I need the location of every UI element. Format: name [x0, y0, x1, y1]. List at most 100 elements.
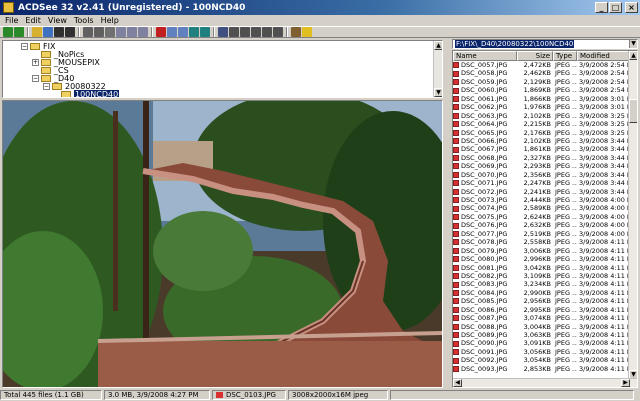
- rename-icon[interactable]: [167, 27, 177, 37]
- menu-edit[interactable]: Edit: [23, 15, 46, 26]
- column-modified[interactable]: Modified: [577, 51, 630, 61]
- paste-icon[interactable]: [138, 27, 148, 37]
- file-row[interactable]: DSC_0079.JPG 3,006KB JPEG ... 3/9/2008 4:11…: [453, 247, 630, 255]
- file-row[interactable]: DSC_0062.JPG 1,976KB JPEG ... 3/9/2008 3:01…: [453, 103, 630, 111]
- file-row[interactable]: DSC_0067.JPG 1,861KB JPEG ... 3/9/2008 3:44…: [453, 145, 630, 153]
- file-row[interactable]: DSC_0083.JPG 3,234KB JPEG ... 3/9/2008 4:11…: [453, 280, 630, 288]
- tree-expander[interactable]: −: [21, 43, 28, 50]
- file-size: 3,042KB: [523, 263, 551, 272]
- column-type[interactable]: Type: [553, 51, 577, 61]
- file-row[interactable]: DSC_0058.JPG 2,462KB JPEG ... 3/9/2008 2:54…: [453, 69, 630, 77]
- file-row[interactable]: DSC_0069.JPG 2,293KB JPEG ... 3/9/2008 3:44…: [453, 162, 630, 170]
- file-row[interactable]: DSC_0086.JPG 2,995KB JPEG ... 3/9/2008 4:11…: [453, 306, 630, 314]
- menu-help[interactable]: Help: [99, 15, 124, 26]
- file-row[interactable]: DSC_0065.JPG 2,176KB JPEG ... 3/9/2008 3:25…: [453, 129, 630, 137]
- file-row[interactable]: DSC_0077.JPG 2,519KB JPEG ... 3/9/2008 4:00…: [453, 230, 630, 238]
- copy-icon[interactable]: [116, 27, 126, 37]
- file-row[interactable]: DSC_0085.JPG 2,956KB JPEG ... 3/9/2008 4:11…: [453, 297, 630, 305]
- file-row[interactable]: DSC_0081.JPG 3,042KB JPEG ... 3/9/2008 4:11…: [453, 264, 630, 272]
- file-row[interactable]: DSC_0093.JPG 2,853KB JPEG ... 3/9/2008 4:11…: [453, 365, 630, 373]
- file-row[interactable]: DSC_0057.JPG 2,472KB JPEG ... 3/9/2008 2:54…: [453, 61, 630, 69]
- file-row[interactable]: DSC_0080.JPG 2,996KB JPEG ... 3/9/2008 4:11…: [453, 255, 630, 263]
- file-modified: 3/9/2008 3:44 PM: [579, 145, 630, 154]
- options-icon[interactable]: [291, 27, 301, 37]
- back-icon[interactable]: [3, 27, 13, 37]
- scroll-up-arrow-icon[interactable]: ▲: [629, 51, 637, 60]
- properties-icon[interactable]: [178, 27, 188, 37]
- thumbnails-icon[interactable]: [273, 27, 283, 37]
- maximize-button[interactable]: □: [609, 2, 622, 13]
- forward-icon[interactable]: [14, 27, 24, 37]
- file-row[interactable]: DSC_0068.JPG 2,327KB JPEG ... 3/9/2008 3:44…: [453, 154, 630, 162]
- link-icon[interactable]: [83, 27, 93, 37]
- file-row[interactable]: DSC_0073.JPG 2,444KB JPEG ... 3/9/2008 4:00…: [453, 196, 630, 204]
- path-field[interactable]: F:\FIX\_D40\20080322\100NCD40 ▼: [452, 39, 638, 49]
- tree-expander[interactable]: −: [43, 83, 50, 90]
- file-row[interactable]: DSC_0071.JPG 2,247KB JPEG ... 3/9/2008 3:44…: [453, 179, 630, 187]
- file-row[interactable]: DSC_0092.JPG 3,054KB JPEG ... 3/9/2008 4:11…: [453, 356, 630, 364]
- tree-item-100ncd40[interactable]: 100NCD40: [61, 90, 120, 97]
- tree-expander[interactable]: +: [32, 59, 39, 66]
- up-folder-icon[interactable]: [32, 27, 42, 37]
- tree-scrollbar[interactable]: ▲ ▼: [433, 41, 442, 97]
- file-row[interactable]: DSC_0059.JPG 2,129KB JPEG ... 3/9/2008 2:54…: [453, 78, 630, 86]
- menu-view[interactable]: View: [46, 15, 72, 26]
- file-row[interactable]: DSC_0087.JPG 3,074KB JPEG ... 3/9/2008 4:11…: [453, 314, 630, 322]
- view-icon[interactable]: [189, 27, 199, 37]
- close-button[interactable]: ×: [625, 2, 638, 13]
- move-icon[interactable]: [127, 27, 137, 37]
- scroll-right-arrow-icon[interactable]: ▶: [621, 379, 630, 387]
- file-row[interactable]: DSC_0066.JPG 2,102KB JPEG ... 3/9/2008 3:44…: [453, 137, 630, 145]
- file-row[interactable]: DSC_0063.JPG 2,102KB JPEG ... 3/9/2008 3:25…: [453, 112, 630, 120]
- image-viewer[interactable]: [2, 100, 443, 388]
- menu-file[interactable]: File: [3, 15, 23, 26]
- file-row[interactable]: DSC_0090.JPG 3,091KB JPEG ... 3/9/2008 4:11…: [453, 339, 630, 347]
- file-size: 1,869KB: [523, 86, 551, 95]
- file-name: DSC_0073.JPG: [453, 196, 517, 204]
- column-name[interactable]: Name: [453, 51, 517, 61]
- binoculars-icon[interactable]: [65, 27, 75, 37]
- large-icons-icon[interactable]: [229, 27, 239, 37]
- file-row[interactable]: DSC_0078.JPG 2,558KB JPEG ... 3/9/2008 4:11…: [453, 238, 630, 246]
- list-icon[interactable]: [251, 27, 261, 37]
- file-row[interactable]: DSC_0076.JPG 2,632KB JPEG ... 3/9/2008 4:00…: [453, 221, 630, 229]
- print-icon[interactable]: [105, 27, 115, 37]
- column-size[interactable]: Size: [517, 51, 553, 61]
- find-icon[interactable]: [54, 27, 64, 37]
- sort-icon[interactable]: [218, 27, 228, 37]
- file-list-hscrollbar[interactable]: ◀ ▶: [453, 378, 637, 387]
- chevron-down-icon[interactable]: ▼: [629, 40, 637, 48]
- scroll-left-arrow-icon[interactable]: ◀: [453, 379, 462, 387]
- file-row[interactable]: DSC_0091.JPG 3,056KB JPEG ... 3/9/2008 4:11…: [453, 348, 630, 356]
- file-row[interactable]: DSC_0089.JPG 3,063KB JPEG ... 3/9/2008 4:11…: [453, 331, 630, 339]
- file-row[interactable]: DSC_0060.JPG 1,869KB JPEG ... 3/9/2008 2:54…: [453, 86, 630, 94]
- folder-tree[interactable]: − FIX _NoPics + _MOUSEPIX _CS − _D40 − 2…: [2, 40, 443, 98]
- scroll-thumb[interactable]: [629, 99, 637, 123]
- refresh-icon[interactable]: [43, 27, 53, 37]
- help-icon[interactable]: [302, 27, 312, 37]
- file-name-text: DSC_0073.JPG: [461, 196, 508, 204]
- unlink-icon[interactable]: [94, 27, 104, 37]
- scroll-down-arrow-icon[interactable]: ▼: [434, 88, 442, 97]
- file-row[interactable]: DSC_0061.JPG 1,866KB JPEG ... 3/9/2008 3:01…: [453, 95, 630, 103]
- file-row[interactable]: DSC_0082.JPG 3,109KB JPEG ... 3/9/2008 4:11…: [453, 272, 630, 280]
- file-row[interactable]: DSC_0084.JPG 2,990KB JPEG ... 3/9/2008 4:11…: [453, 289, 630, 297]
- delete-icon[interactable]: [156, 27, 166, 37]
- file-list[interactable]: Name Size Type Modified DSC_0057.JPG 2,47…: [452, 50, 638, 388]
- file-row[interactable]: DSC_0064.JPG 2,215KB JPEG ... 3/9/2008 3:25…: [453, 120, 630, 128]
- tree-expander[interactable]: −: [32, 75, 39, 82]
- file-row[interactable]: DSC_0088.JPG 3,004KB JPEG ... 3/9/2008 4:11…: [453, 323, 630, 331]
- file-row[interactable]: DSC_0070.JPG 2,356KB JPEG ... 3/9/2008 3:44…: [453, 171, 630, 179]
- file-list-vscrollbar[interactable]: ▲ ▼: [628, 51, 637, 379]
- scroll-up-arrow-icon[interactable]: ▲: [434, 41, 442, 50]
- small-icons-icon[interactable]: [240, 27, 250, 37]
- file-row[interactable]: DSC_0072.JPG 2,241KB JPEG ... 3/9/2008 3:44…: [453, 188, 630, 196]
- file-modified: 3/9/2008 3:25 PM: [579, 111, 630, 120]
- jpeg-file-icon: [453, 155, 459, 162]
- minimize-button[interactable]: _: [595, 2, 608, 13]
- menu-tools[interactable]: Tools: [72, 15, 99, 26]
- details-icon[interactable]: [262, 27, 272, 37]
- wallpaper-icon[interactable]: [200, 27, 210, 37]
- file-row[interactable]: DSC_0074.JPG 2,589KB JPEG ... 3/9/2008 4:00…: [453, 204, 630, 212]
- file-row[interactable]: DSC_0075.JPG 2,624KB JPEG ... 3/9/2008 4:00…: [453, 213, 630, 221]
